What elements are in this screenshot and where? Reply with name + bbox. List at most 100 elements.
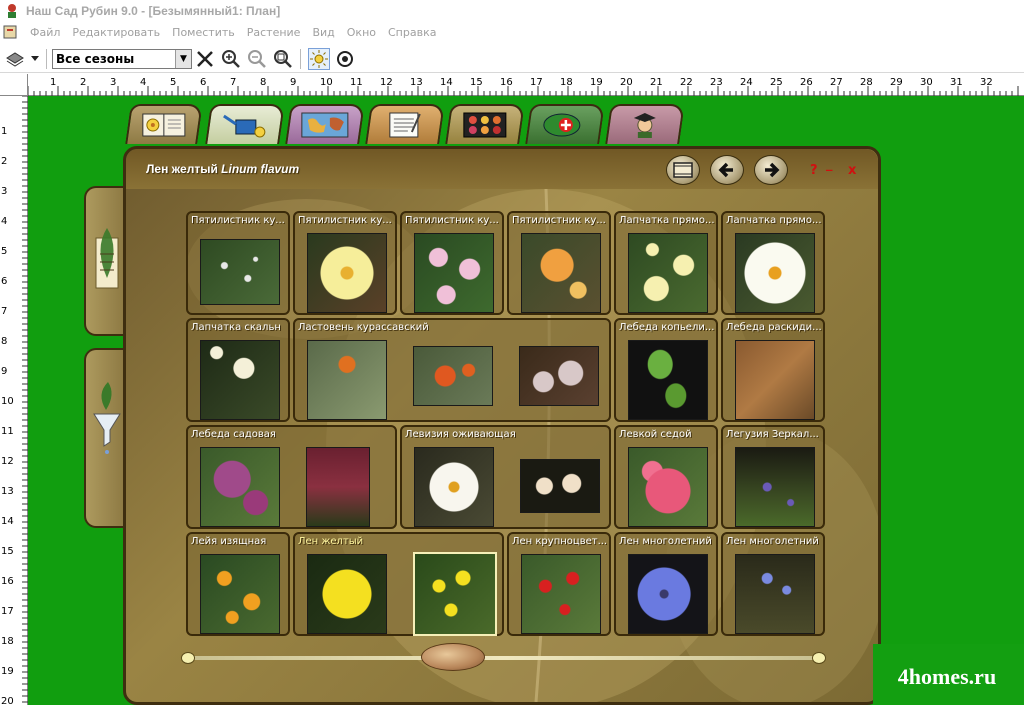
plant-photo[interactable] <box>735 233 815 313</box>
plant-photo[interactable] <box>521 233 601 313</box>
previous-button[interactable] <box>710 155 744 185</box>
plant-card[interactable]: Ластовень курассавский <box>293 318 611 422</box>
plant-photo[interactable] <box>735 340 815 420</box>
panel-header: Лен желтый Linum flavum ? _ x <box>126 149 878 189</box>
filmstrip-button[interactable] <box>666 155 700 185</box>
plant-photo[interactable] <box>521 554 601 634</box>
ruler-label: 17 <box>530 77 543 88</box>
menu-insert[interactable]: Поместить <box>166 26 241 39</box>
tab-gallery[interactable] <box>445 104 525 144</box>
ruler-label: 4 <box>1 216 7 227</box>
plant-photo[interactable] <box>735 554 815 634</box>
plant-photo[interactable] <box>414 233 494 313</box>
ruler-label: 24 <box>740 77 753 88</box>
plant-card[interactable]: Пятилистник ку... <box>186 211 290 315</box>
garden-plan-canvas[interactable]: Лен желтый Linum flavum ? _ x Пятилистни… <box>28 96 1024 705</box>
plant-card-label: Лебеда раскиди... <box>726 322 822 333</box>
plant-card[interactable]: Лейя изящная <box>186 532 290 636</box>
document-icon[interactable] <box>2 24 20 40</box>
plant-card[interactable]: Лебеда раскиди... <box>721 318 825 422</box>
horizontal-ruler[interactable]: 1 2 3 4 5 6 7 8 9 10 11 12 13 14 15 16 17 18 19 20 21 22 23 24 2… <box>28 74 1024 96</box>
plant-card[interactable]: Лен крупноцвет... <box>507 532 611 636</box>
plant-photo[interactable] <box>628 233 708 313</box>
plant-card-label: Лебеда садовая <box>191 429 276 440</box>
plant-card[interactable]: Лебеда садовая <box>186 425 397 529</box>
scrollbar-thumb-leaf[interactable] <box>421 643 485 671</box>
plant-photo[interactable] <box>307 340 387 420</box>
chevron-down-icon[interactable]: ▼ <box>175 49 191 68</box>
plant-photo[interactable] <box>307 554 387 634</box>
plant-photo[interactable] <box>306 447 370 527</box>
side-tab-plant-card[interactable] <box>84 186 126 336</box>
plant-photo[interactable] <box>520 459 600 513</box>
plant-photo[interactable] <box>628 447 708 527</box>
title-bar: Наш Сад Рубин 9.0 - [Безымянный1: План] <box>0 0 1024 22</box>
menu-view[interactable]: Вид <box>306 26 340 39</box>
plant-photo[interactable] <box>735 447 815 527</box>
plant-card[interactable]: Левизия оживающая <box>400 425 611 529</box>
close-button[interactable]: x <box>848 163 856 178</box>
scroll-right-button[interactable] <box>812 652 826 664</box>
app-icon <box>8 4 16 18</box>
plant-card-label: Лапчатка прямо... <box>619 215 715 226</box>
menu-help[interactable]: Справка <box>382 26 442 39</box>
plant-card[interactable]: Пятилистник ку... <box>507 211 611 315</box>
menu-plant[interactable]: Растение <box>241 26 307 39</box>
plant-photo[interactable] <box>628 340 708 420</box>
plant-photo[interactable] <box>519 346 599 406</box>
help-button[interactable]: ? <box>810 163 818 178</box>
next-button[interactable] <box>754 155 788 185</box>
plant-photo-selected[interactable] <box>413 552 497 636</box>
plant-photo[interactable] <box>200 554 280 634</box>
season-select[interactable]: Все сезоны ▼ <box>52 48 192 69</box>
gallery-scrollbar[interactable] <box>181 643 826 671</box>
scrollbar-track[interactable] <box>181 656 826 660</box>
plant-card[interactable]: Легузия Зеркал... <box>721 425 825 529</box>
plant-card[interactable]: Пятилистник ку... <box>400 211 504 315</box>
plant-card[interactable]: Лапчатка прямо... <box>721 211 825 315</box>
plant-card-selected[interactable]: Лен желтый <box>293 532 504 636</box>
zoom-in-icon[interactable] <box>220 48 242 70</box>
plant-card[interactable]: Пятилистник ку... <box>293 211 397 315</box>
plant-card-label: Пятилистник ку... <box>512 215 606 226</box>
plant-card[interactable]: Лапчатка скальн <box>186 318 290 422</box>
tab-tutorial[interactable] <box>605 104 685 144</box>
tab-watering[interactable] <box>205 104 285 144</box>
minimize-button[interactable]: _ <box>826 157 833 172</box>
zoom-out-icon[interactable] <box>246 48 268 70</box>
plant-photo[interactable] <box>200 239 280 305</box>
tab-map[interactable] <box>285 104 365 144</box>
menu-bar: Файл Редактировать Поместить Растение Ви… <box>0 22 1024 42</box>
ruler-label: 20 <box>620 77 633 88</box>
plant-photo[interactable] <box>414 447 494 527</box>
menu-edit[interactable]: Редактировать <box>66 26 166 39</box>
plant-card[interactable]: Левкой седой <box>614 425 718 529</box>
plant-card-label: Пятилистник ку... <box>191 215 285 226</box>
plant-photo[interactable] <box>200 447 280 527</box>
tab-encyclopedia[interactable] <box>125 104 203 144</box>
menu-file[interactable]: Файл <box>24 26 66 39</box>
tab-plant-doctor[interactable] <box>525 104 605 144</box>
arrow-left-icon <box>718 162 733 178</box>
plant-photo[interactable] <box>628 554 708 634</box>
tab-notes[interactable] <box>365 104 445 144</box>
ruler-label: 18 <box>1 636 14 647</box>
vertical-ruler[interactable]: 1 2 3 4 5 6 7 8 9 10 11 12 13 14 15 16 17 18 19 20 <box>0 96 28 705</box>
plant-card[interactable]: Лен многолетний <box>614 532 718 636</box>
side-tab-filter[interactable] <box>84 348 126 528</box>
plant-photo[interactable] <box>307 233 387 313</box>
menu-window[interactable]: Окно <box>341 26 382 39</box>
rotate-icon[interactable] <box>334 48 356 70</box>
scroll-left-button[interactable] <box>181 652 195 664</box>
layers-dropdown-icon[interactable] <box>30 48 40 70</box>
plant-card[interactable]: Лапчатка прямо... <box>614 211 718 315</box>
plant-card[interactable]: Лен многолетний <box>721 532 825 636</box>
sun-icon[interactable] <box>308 47 330 70</box>
layers-icon[interactable] <box>4 48 26 70</box>
tools-icon[interactable] <box>194 48 216 70</box>
zoom-fit-icon[interactable] <box>272 48 294 70</box>
plant-photo[interactable] <box>200 340 280 420</box>
plant-photo[interactable] <box>413 346 493 406</box>
plant-card-label: Ластовень курассавский <box>298 322 429 333</box>
plant-card[interactable]: Лебеда копьели... <box>614 318 718 422</box>
